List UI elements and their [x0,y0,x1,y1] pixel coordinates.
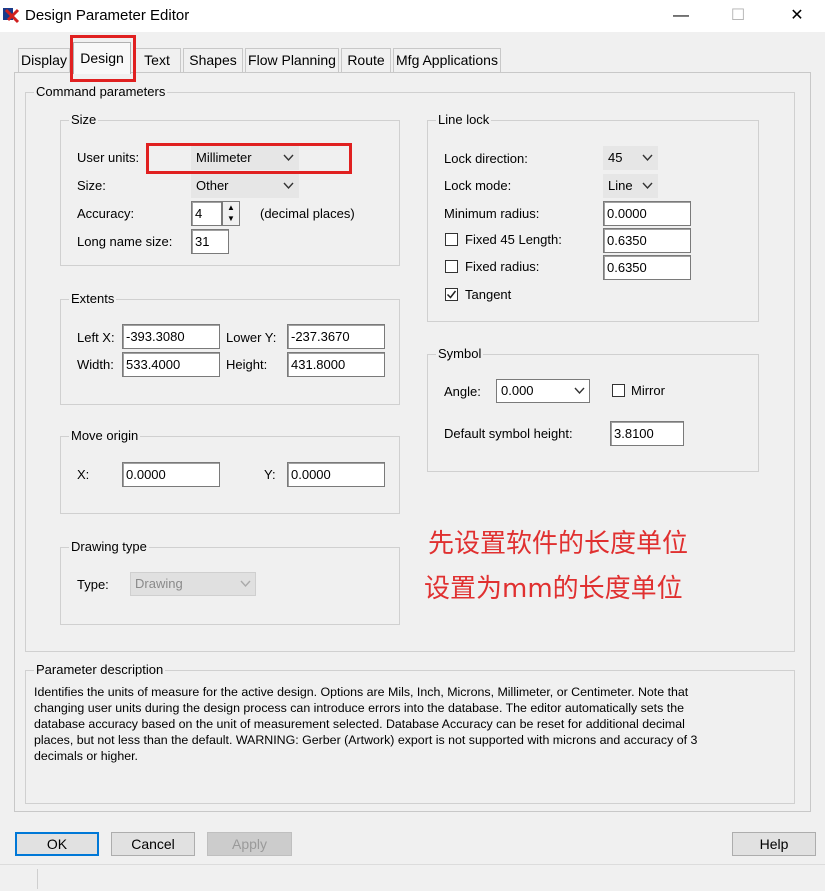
angle-label: Angle: [444,384,481,399]
height-field[interactable]: 431.8000 [287,352,385,377]
origin-y-label: Y: [264,467,276,482]
maximize-button[interactable]: ☐ [715,0,761,32]
line-lock-group-label: Line lock [436,112,492,127]
accuracy-label: Accuracy: [77,206,135,221]
spin-down-icon[interactable]: ▼ [223,213,239,224]
tangent-checkbox[interactable] [445,288,458,301]
lock-direction-label: Lock direction: [444,151,528,166]
minimum-radius-label: Minimum radius: [444,206,540,221]
size-label: Size: [77,178,106,193]
tab-display[interactable]: Display [18,48,70,72]
height-label: Height: [226,357,268,372]
title-bar: Design Parameter Editor — ☐ ✕ [0,0,825,32]
description-line: changing user units during the design pr… [34,701,684,715]
spin-up-icon[interactable]: ▲ [223,202,239,213]
accuracy-suffix: (decimal places) [260,206,355,221]
mirror-checkbox[interactable] [612,384,625,397]
accuracy-field[interactable]: 4 [191,201,222,226]
mirror-label: Mirror [631,383,665,398]
fixed-45-length-label: Fixed 45 Length: [465,232,562,247]
fixed-45-length-checkbox[interactable] [445,233,458,246]
angle-combo[interactable]: 0.000 [496,379,590,403]
description-line: decimals or higher. [34,749,138,763]
lock-mode-value: Line [608,178,633,193]
drawing-type-label: Type: [77,577,109,592]
minimum-radius-field[interactable]: 0.0000 [603,201,691,226]
lock-mode-combo[interactable]: Line [603,174,658,198]
ok-button[interactable]: OK [15,832,99,856]
size-value: Other [196,178,229,193]
angle-value: 0.000 [501,383,534,398]
lock-mode-label: Lock mode: [444,178,512,193]
drawing-type-group-label: Drawing type [69,539,149,554]
user-units-highlight [146,143,352,174]
cancel-button[interactable]: Cancel [111,832,195,856]
lock-direction-value: 45 [608,150,623,165]
status-divider [37,869,38,889]
drawing-type-value: Drawing [135,576,183,591]
size-combo[interactable]: Other [191,174,299,198]
fixed-45-length-field[interactable]: 0.6350 [603,228,691,253]
fixed-radius-field[interactable]: 0.6350 [603,255,691,280]
tab-mfg-applications[interactable]: Mfg Applications [393,48,501,72]
long-name-size-field[interactable]: 31 [191,229,229,254]
window-title: Design Parameter Editor [25,7,190,24]
apply-button[interactable]: Apply [207,832,292,856]
user-units-label: User units: [77,150,140,165]
origin-y-field[interactable]: 0.0000 [287,462,385,487]
checkmark-icon [446,290,457,299]
description-line: database accuracy based on the unit of m… [34,717,685,731]
tab-shapes[interactable]: Shapes [183,48,243,72]
description-line: places, but not less than the default. W… [34,733,698,747]
design-app-icon [3,8,20,24]
symbol-group [427,354,759,472]
fixed-radius-label: Fixed radius: [465,259,540,274]
width-field[interactable]: 533.4000 [122,352,220,377]
chevron-down-icon [642,147,653,177]
lower-y-label: Lower Y: [226,330,277,345]
extents-group-label: Extents [69,291,117,306]
design-tab-highlight [70,35,136,82]
help-button[interactable]: Help [732,832,816,856]
close-button[interactable]: ✕ [774,0,820,32]
accuracy-spinner[interactable]: ▲ ▼ [222,201,240,226]
drawing-type-combo[interactable]: Drawing [130,572,256,596]
default-symbol-height-label: Default symbol height: [444,426,573,441]
minimize-button[interactable]: — [658,0,704,32]
size-group-label: Size [69,112,99,127]
lower-y-field[interactable]: -237.3670 [287,324,385,349]
fixed-radius-checkbox[interactable] [445,260,458,273]
command-parameters-label: Command parameters [34,84,168,99]
annotation-line-2: 设置为mm的长度单位 [424,574,683,604]
default-symbol-height-field[interactable]: 3.8100 [610,421,684,446]
status-bar [0,864,825,891]
symbol-group-label: Symbol [436,346,484,361]
parameter-description-label: Parameter description [34,662,166,677]
chevron-down-icon [574,380,585,410]
chevron-down-icon [283,175,294,205]
left-x-label: Left X: [77,330,115,345]
annotation-line-1: 先设置软件的长度单位 [428,529,689,559]
origin-x-label: X: [77,467,90,482]
tab-route[interactable]: Route [341,48,391,72]
tab-text[interactable]: Text [133,48,181,72]
lock-direction-combo[interactable]: 45 [603,146,658,170]
move-origin-group-label: Move origin [69,428,141,443]
left-x-field[interactable]: -393.3080 [122,324,220,349]
long-name-size-label: Long name size: [77,234,173,249]
description-line: Identifies the units of measure for the … [34,685,689,699]
chevron-down-icon [240,573,251,603]
parameter-description-text: Identifies the units of measure for the … [34,684,774,764]
origin-x-field[interactable]: 0.0000 [122,462,220,487]
tangent-label: Tangent [465,287,512,302]
tab-flow-planning[interactable]: Flow Planning [245,48,339,72]
width-label: Width: [77,357,114,372]
